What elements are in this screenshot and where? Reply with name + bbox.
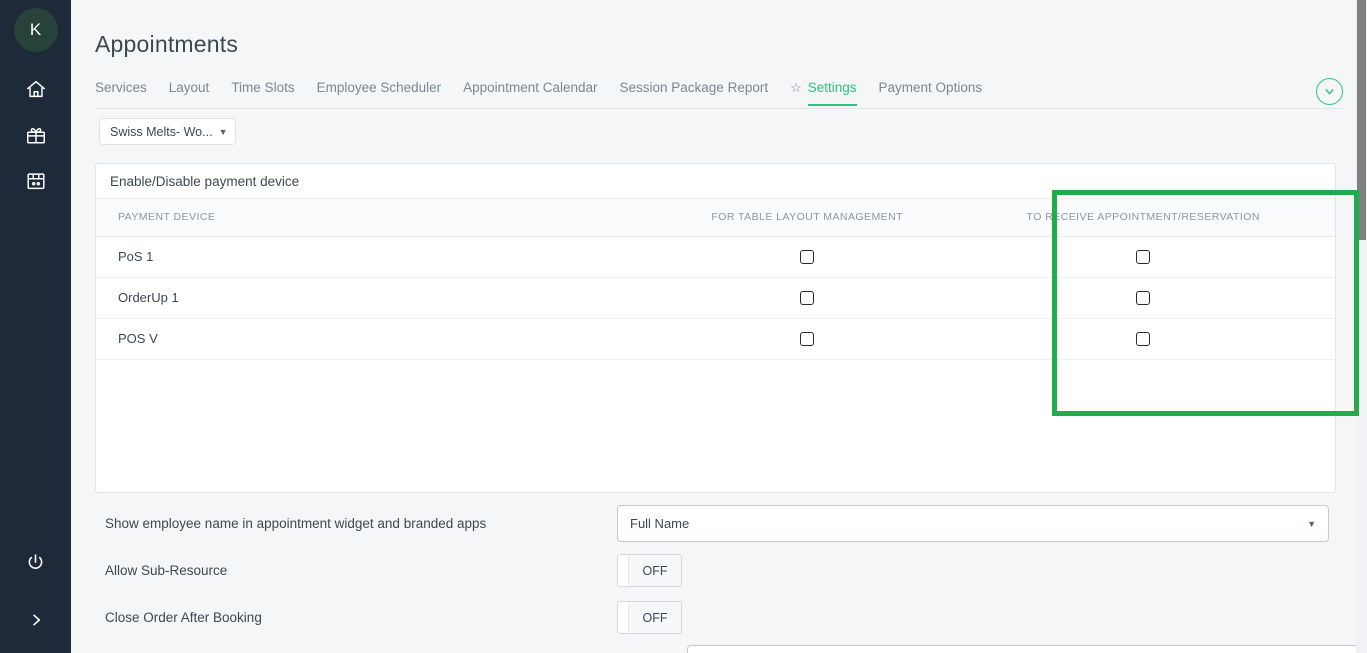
column-header-table-layout: FOR TABLE LAYOUT MANAGEMENT bbox=[615, 199, 1000, 237]
cell-table-layout-checkbox bbox=[615, 318, 1000, 360]
checkbox-appointment[interactable] bbox=[1136, 332, 1151, 347]
table-header-row: PAYMENT DEVICE FOR TABLE LAYOUT MANAGEME… bbox=[96, 199, 1335, 237]
checkbox-table-layout[interactable] bbox=[800, 250, 815, 265]
setting-row-allow-sub-resource: Allow Sub-Resource OFF bbox=[95, 547, 1336, 594]
tab-employee-scheduler[interactable]: Employee Scheduler bbox=[317, 78, 442, 106]
tab-layout[interactable]: Layout bbox=[169, 78, 210, 106]
cell-table-layout-checkbox bbox=[615, 236, 1000, 278]
payment-device-card: Enable/Disable payment device PAYMENT DE… bbox=[95, 163, 1336, 493]
chevron-down-icon: ▼ bbox=[218, 126, 228, 137]
setting-label: Close Order After Booking bbox=[105, 610, 262, 625]
table-body: PoS 1 OrderUp 1 POS V bbox=[96, 236, 1335, 360]
tab-time-slots[interactable]: Time Slots bbox=[231, 78, 294, 106]
setting-label: Show employee name in appointment widget… bbox=[105, 516, 487, 531]
settings-form: Show employee name in appointment widget… bbox=[95, 500, 1336, 641]
cell-device-name: OrderUp 1 bbox=[96, 277, 616, 319]
cell-appointment-checkbox bbox=[999, 277, 1288, 319]
tab-bar: Services Layout Time Slots Employee Sche… bbox=[95, 78, 1343, 109]
store-selector-dropdown[interactable]: Swiss Melts- Wo... ▼ bbox=[99, 118, 237, 145]
cell-appointment-checkbox bbox=[999, 318, 1288, 360]
vertical-scrollbar-track[interactable] bbox=[1356, 0, 1367, 653]
table-row: PoS 1 bbox=[96, 236, 1335, 278]
cell-device-name: POS V bbox=[96, 318, 616, 360]
toggle-state-label: OFF bbox=[642, 563, 668, 578]
gift-icon[interactable] bbox=[13, 112, 59, 158]
tab-settings[interactable]: Settings bbox=[807, 78, 857, 106]
checkbox-table-layout[interactable] bbox=[800, 332, 815, 347]
column-header-appointment: TO RECEIVE APPOINTMENT/RESERVATION bbox=[999, 199, 1288, 237]
cell-table-layout-checkbox bbox=[615, 277, 1000, 319]
left-navigation-rail: K bbox=[0, 0, 71, 653]
cell-spacer bbox=[1287, 236, 1335, 278]
employee-name-format-select[interactable]: Full Name ▼ bbox=[617, 505, 1329, 542]
chevron-down-icon: ▼ bbox=[1307, 518, 1316, 529]
payment-device-table: PAYMENT DEVICE FOR TABLE LAYOUT MANAGEME… bbox=[96, 199, 1335, 360]
tab-services[interactable]: Services bbox=[95, 78, 147, 106]
tab-session-package-report[interactable]: Session Package Report bbox=[620, 78, 769, 106]
home-icon[interactable] bbox=[13, 66, 59, 112]
column-header-spacer bbox=[1287, 199, 1335, 237]
table-row: OrderUp 1 bbox=[96, 277, 1335, 319]
table-header: PAYMENT DEVICE FOR TABLE LAYOUT MANAGEME… bbox=[96, 199, 1335, 237]
setting-row-close-order-after-booking: Close Order After Booking OFF bbox=[95, 594, 1336, 641]
store-icon[interactable] bbox=[13, 158, 59, 204]
main-content: Appointments Services Layout Time Slots … bbox=[71, 0, 1367, 653]
table-row: POS V bbox=[96, 318, 1335, 360]
tab-payment-options[interactable]: Payment Options bbox=[879, 78, 983, 106]
cell-spacer bbox=[1287, 277, 1335, 319]
next-setting-input-partial[interactable] bbox=[687, 645, 1367, 653]
star-icon[interactable]: ☆ bbox=[790, 78, 802, 105]
checkbox-appointment[interactable] bbox=[1136, 291, 1151, 306]
select-value: Full Name bbox=[630, 516, 690, 531]
cell-appointment-checkbox bbox=[999, 236, 1288, 278]
avatar[interactable]: K bbox=[13, 8, 58, 52]
rail-primary-icons bbox=[13, 66, 59, 204]
rail-secondary-icons bbox=[0, 539, 71, 643]
page-title: Appointments bbox=[95, 31, 239, 57]
close-order-after-booking-toggle[interactable]: OFF bbox=[617, 601, 682, 634]
setting-label: Allow Sub-Resource bbox=[105, 563, 228, 578]
checkbox-table-layout[interactable] bbox=[800, 291, 815, 306]
cell-spacer bbox=[1287, 318, 1335, 360]
setting-row-employee-name: Show employee name in appointment widget… bbox=[95, 500, 1336, 547]
cell-device-name: PoS 1 bbox=[96, 236, 616, 278]
store-selector-value: Swiss Melts- Wo... bbox=[110, 124, 213, 139]
toggle-knob bbox=[618, 602, 629, 633]
column-header-payment-device: PAYMENT DEVICE bbox=[96, 199, 616, 237]
toggle-state-label: OFF bbox=[642, 610, 668, 625]
toggle-knob bbox=[618, 555, 629, 586]
card-title: Enable/Disable payment device bbox=[96, 164, 1335, 199]
vertical-scrollbar-thumb[interactable] bbox=[1357, 0, 1366, 240]
chevron-right-icon[interactable] bbox=[13, 597, 59, 643]
checkbox-appointment[interactable] bbox=[1136, 250, 1151, 265]
tab-appointment-calendar[interactable]: Appointment Calendar bbox=[463, 78, 597, 106]
power-icon[interactable] bbox=[13, 539, 59, 585]
allow-sub-resource-toggle[interactable]: OFF bbox=[617, 554, 682, 587]
chevron-down-icon[interactable] bbox=[1316, 78, 1343, 105]
avatar-initial: K bbox=[29, 20, 42, 39]
